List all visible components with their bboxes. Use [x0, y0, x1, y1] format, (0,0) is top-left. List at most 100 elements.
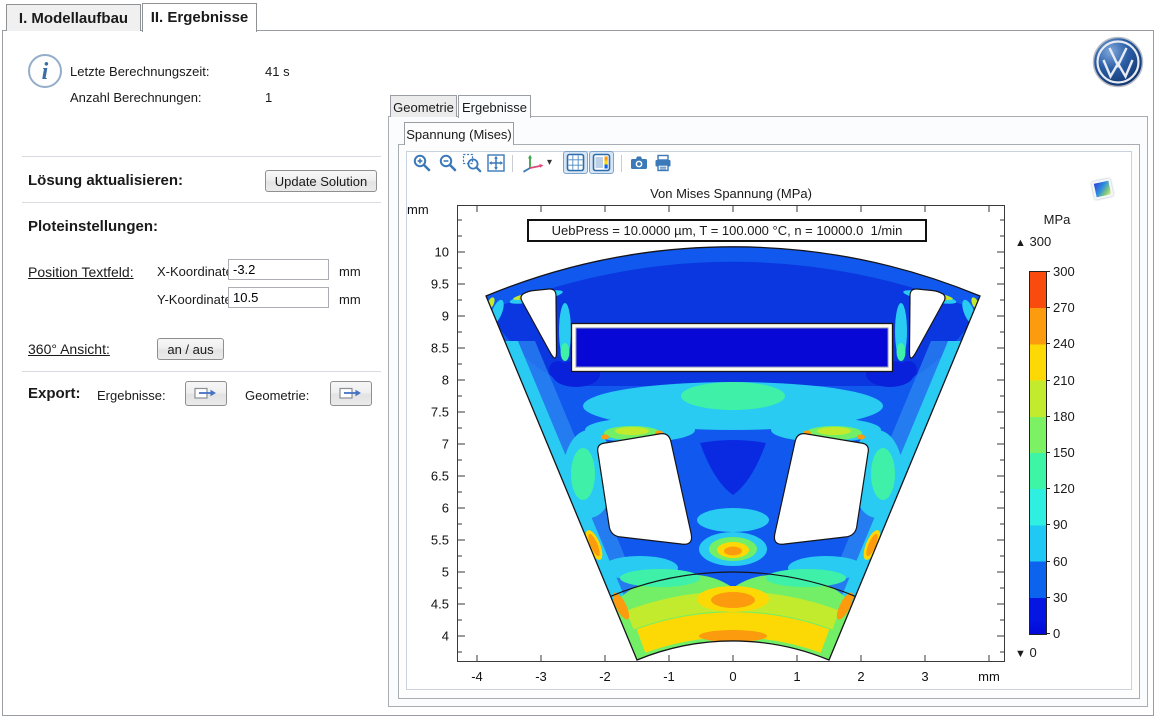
- legend-tick-label: 120: [1053, 481, 1075, 496]
- toolbar-separator: [621, 155, 622, 172]
- viewer-tab-geometrie[interactable]: Geometrie: [390, 95, 457, 117]
- x-tick-label: 0: [729, 669, 736, 684]
- legend-tick-label: 270: [1053, 300, 1075, 315]
- export-geometry-label: Geometrie:: [245, 388, 309, 403]
- x-tick-label: -1: [663, 669, 675, 684]
- export-geometry-button[interactable]: [330, 381, 372, 406]
- export-results-label: Ergebnisse:: [97, 388, 166, 403]
- color-scale-bar: [1029, 271, 1047, 635]
- stress-contour-plot[interactable]: 10 9.5 9 8.5 8 7.5 7 6.5 6 5.5 5 4.5 4 -…: [400, 196, 1020, 690]
- y-tick-label: 8: [442, 373, 449, 388]
- legend-tick-label: 60: [1053, 554, 1067, 569]
- y-tick-label: 5: [442, 565, 449, 580]
- zoom-box-icon[interactable]: [462, 153, 482, 173]
- x-tick-label: -3: [535, 669, 547, 684]
- x-axis-unit: mm: [978, 669, 1000, 684]
- x-tick-label: 1: [793, 669, 800, 684]
- legend-unit: MPa: [1035, 212, 1079, 227]
- y-tick-label: 4: [442, 629, 449, 644]
- colorbar-tick: [1046, 271, 1050, 272]
- separator: [22, 371, 381, 372]
- legend-tick-label: 0: [1053, 626, 1060, 641]
- legend-tick-label: 150: [1053, 445, 1075, 460]
- zoom-extents-icon[interactable]: [486, 153, 506, 173]
- view-360-toggle-button[interactable]: an / aus: [157, 338, 224, 360]
- legend-tick-label: 210: [1053, 373, 1075, 388]
- color-legend-icon: [590, 152, 613, 173]
- x-coordinate-unit: mm: [339, 264, 361, 279]
- x-tick-label: 2: [857, 669, 864, 684]
- y-coordinate-unit: mm: [339, 292, 361, 307]
- legend-tick-label: 300: [1053, 264, 1075, 279]
- legend-tick-label: 180: [1053, 409, 1075, 424]
- colorbar-tick: [1046, 633, 1050, 634]
- x-coordinate-label: X-Koordinate:: [157, 264, 237, 279]
- zoom-in-icon[interactable]: [412, 153, 432, 173]
- last-calc-time-value: 41 s: [265, 64, 290, 79]
- triangle-down-icon: ▼: [1015, 648, 1026, 660]
- grid-toggle-button[interactable]: [563, 151, 588, 174]
- tab-modellaufbau[interactable]: I. Modellaufbau: [6, 4, 141, 31]
- plot-update-icon[interactable]: [1091, 178, 1113, 200]
- colorbar-tick: [1046, 452, 1050, 453]
- grid-icon: [564, 152, 587, 173]
- print-icon[interactable]: [653, 153, 673, 173]
- x-tick-label: -2: [599, 669, 611, 684]
- app-root: I. Modellaufbau II. Ergebnisse i Letzte …: [0, 0, 1157, 720]
- legend-min-value: 0: [1030, 645, 1037, 660]
- colorbar-tick: [1046, 343, 1050, 344]
- y-tick-label: 4.5: [431, 597, 449, 612]
- legend-max-value: 300: [1030, 234, 1052, 249]
- update-solution-button[interactable]: Update Solution: [265, 170, 377, 192]
- tab-ergebnisse[interactable]: II. Ergebnisse: [142, 3, 257, 32]
- x-tick-label: 3: [921, 669, 928, 684]
- export-results-button[interactable]: [185, 381, 227, 406]
- snapshot-camera-icon[interactable]: [629, 153, 649, 173]
- separator: [22, 202, 381, 203]
- y-tick-label: 7: [442, 437, 449, 452]
- legend-tick-label: 240: [1053, 336, 1075, 351]
- colorbar-tick: [1046, 488, 1050, 489]
- y-tick-label: 9: [442, 309, 449, 324]
- update-solution-label: Lösung aktualisieren:: [28, 172, 183, 189]
- export-heading: Export:: [28, 385, 81, 402]
- y-tick-label: 10: [435, 245, 449, 260]
- triangle-up-icon: ▲: [1015, 237, 1026, 249]
- y-coordinate-input[interactable]: [228, 287, 329, 308]
- plot-tab-spannung-mises[interactable]: Spannung (Mises): [404, 122, 514, 145]
- info-icon: i: [27, 53, 63, 89]
- y-tick-label: 9.5: [431, 277, 449, 292]
- view-360-label: 360° Ansicht:: [28, 341, 110, 357]
- plot-settings-heading: Ploteinstellungen:: [28, 218, 158, 235]
- calc-count-label: Anzahl Berechnungen:: [70, 90, 202, 105]
- zoom-out-icon[interactable]: [438, 153, 458, 173]
- colorbar-tick: [1046, 416, 1050, 417]
- y-tick-label: 8.5: [431, 341, 449, 356]
- color-legend-toggle-button[interactable]: [589, 151, 614, 174]
- x-coordinate-input[interactable]: [228, 259, 329, 280]
- vw-logo: [1092, 36, 1144, 93]
- legend-tick-label: 30: [1053, 590, 1067, 605]
- legend-max: ▲ 300: [1015, 234, 1051, 249]
- viewer-tab-ergebnisse[interactable]: Ergebnisse: [458, 95, 531, 118]
- y-tick-label: 7.5: [431, 405, 449, 420]
- separator: [22, 156, 381, 157]
- colorbar-tick: [1046, 307, 1050, 308]
- chevron-down-icon[interactable]: ▾: [547, 157, 552, 168]
- plot-annotation: UebPress = 10.0000 µm, T = 100.000 °C, n…: [527, 219, 927, 242]
- calc-count-value: 1: [265, 90, 272, 105]
- colorbar-tick: [1046, 561, 1050, 562]
- colorbar-tick: [1046, 524, 1050, 525]
- export-icon: [194, 385, 218, 401]
- colorbar-tick: [1046, 597, 1050, 598]
- colorbar-tick: [1046, 380, 1050, 381]
- y-tick-label: 6.5: [431, 469, 449, 484]
- y-axis-unit: mm: [407, 202, 429, 217]
- legend-tick-label: 90: [1053, 517, 1067, 532]
- textfield-position-label: Position Textfeld:: [28, 264, 134, 280]
- y-coordinate-label: Y-Koordinate:: [157, 292, 235, 307]
- toolbar-separator: [512, 155, 513, 172]
- x-tick-label: -4: [471, 669, 483, 684]
- last-calc-time-label: Letzte Berechnungszeit:: [70, 64, 209, 79]
- view-orientation-icon[interactable]: [520, 153, 546, 173]
